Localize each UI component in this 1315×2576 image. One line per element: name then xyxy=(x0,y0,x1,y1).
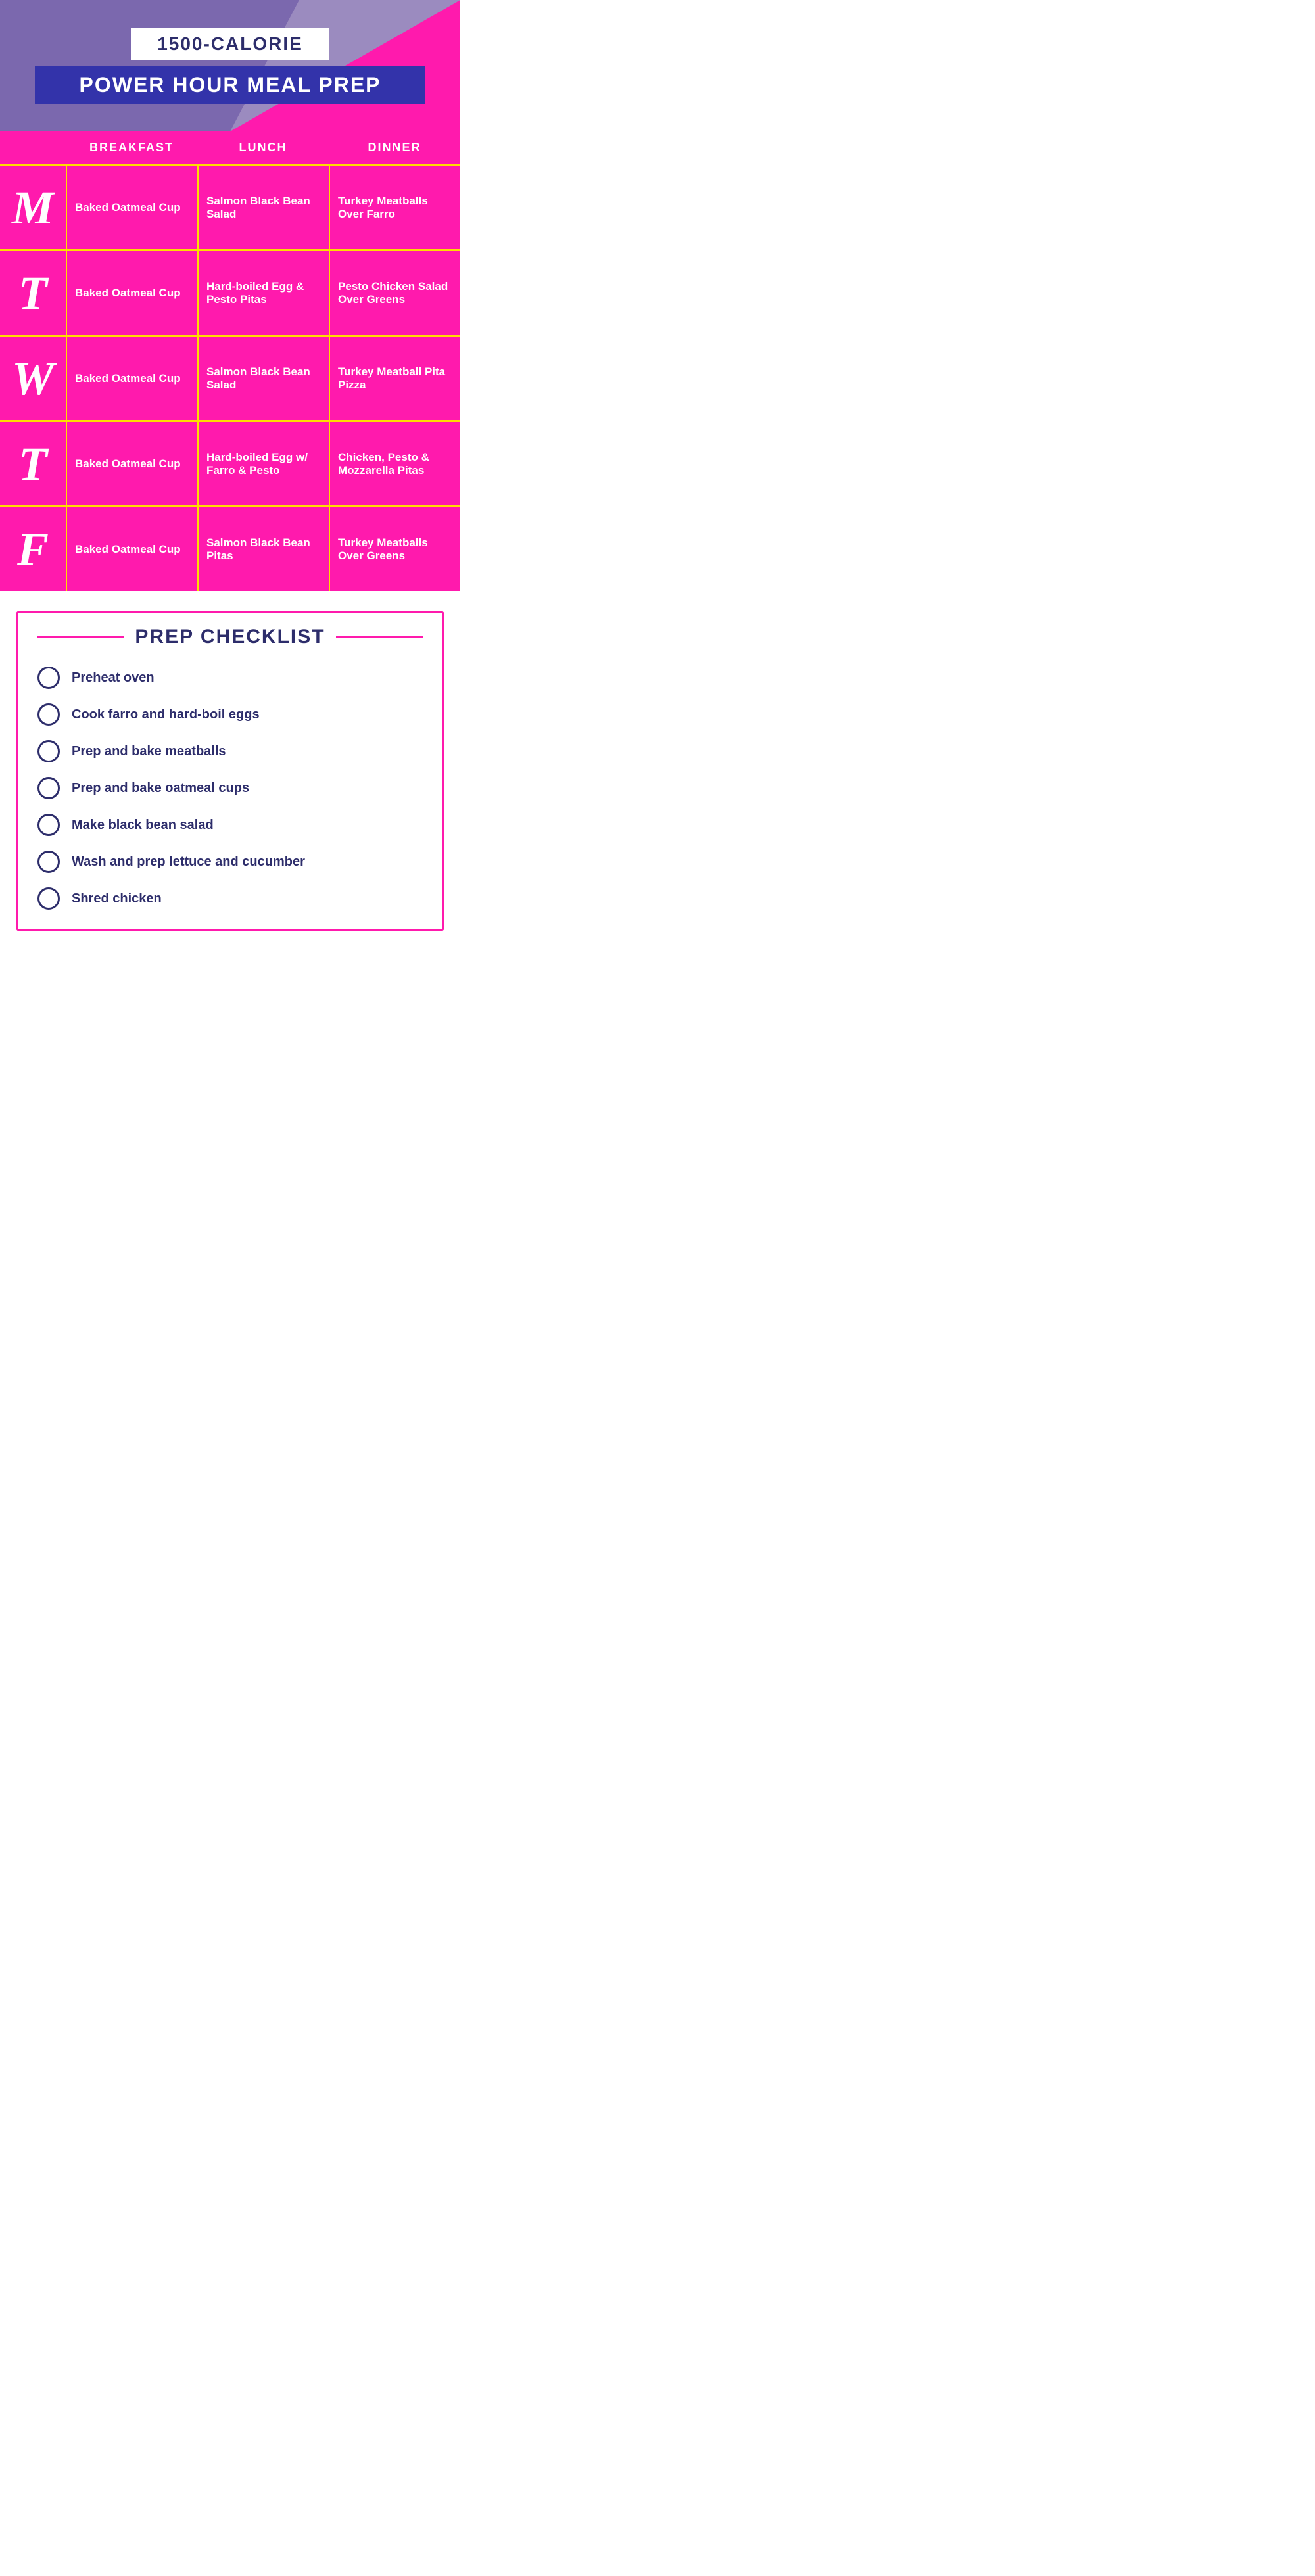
checklist-item-3: Prep and bake oatmeal cups xyxy=(37,777,423,799)
day-letter-t2: T xyxy=(18,440,47,488)
col-header-breakfast: BREAKFAST xyxy=(66,131,197,164)
day-cell-m: M xyxy=(0,166,66,249)
checklist-item-0: Preheat oven xyxy=(37,667,423,689)
lunch-thursday: Hard-boiled Egg w/ Farro & Pesto xyxy=(197,422,329,505)
checklist-label-5: Wash and prep lettuce and cucumber xyxy=(72,855,305,870)
title-badge: POWER HOUR MEAL PREP xyxy=(35,66,425,104)
checklist-title: PREP CHECKLIST xyxy=(135,626,325,648)
page-wrapper: 1500-CALORIE POWER HOUR MEAL PREP BREAKF… xyxy=(0,0,460,958)
checklist-item-4: Make black bean salad xyxy=(37,814,423,836)
dinner-monday: Turkey Meatballs Over Farro xyxy=(329,166,460,249)
checklist-circle-4[interactable] xyxy=(37,814,60,836)
meal-section: BREAKFAST LUNCH DINNER M Baked Oatmeal C… xyxy=(0,131,460,591)
lunch-wednesday: Salmon Black Bean Salad xyxy=(197,337,329,420)
day-cell-f: F xyxy=(0,507,66,591)
checklist-label-6: Shred chicken xyxy=(72,891,162,906)
checklist-label-4: Make black bean salad xyxy=(72,818,214,833)
checklist-item-6: Shred chicken xyxy=(37,887,423,910)
header-section: 1500-CALORIE POWER HOUR MEAL PREP xyxy=(0,0,460,131)
title-text: POWER HOUR MEAL PREP xyxy=(80,73,381,97)
checklist-title-row: PREP CHECKLIST xyxy=(37,626,423,648)
calorie-text: 1500-CALORIE xyxy=(157,34,303,54)
col-header-spacer xyxy=(0,131,66,164)
meal-row-wednesday: W Baked Oatmeal Cup Salmon Black Bean Sa… xyxy=(0,335,460,420)
dinner-thursday: Chicken, Pesto & Mozzarella Pitas xyxy=(329,422,460,505)
meal-row-friday: F Baked Oatmeal Cup Salmon Black Bean Pi… xyxy=(0,505,460,591)
day-letter-w: W xyxy=(12,355,54,402)
checklist-circle-2[interactable] xyxy=(37,740,60,762)
meal-row-tuesday: T Baked Oatmeal Cup Hard-boiled Egg & Pe… xyxy=(0,249,460,335)
checklist-items: Preheat oven Cook farro and hard-boil eg… xyxy=(37,667,423,910)
checklist-item-2: Prep and bake meatballs xyxy=(37,740,423,762)
day-cell-t2: T xyxy=(0,422,66,505)
checklist-line-right xyxy=(336,636,423,638)
checklist-section: PREP CHECKLIST Preheat oven Cook farro a… xyxy=(0,591,460,958)
checklist-label-1: Cook farro and hard-boil eggs xyxy=(72,707,260,722)
day-cell-t1: T xyxy=(0,251,66,335)
checklist-border: PREP CHECKLIST Preheat oven Cook farro a… xyxy=(16,611,444,931)
dinner-tuesday: Pesto Chicken Salad Over Greens xyxy=(329,251,460,335)
lunch-tuesday: Hard-boiled Egg & Pesto Pitas xyxy=(197,251,329,335)
checklist-circle-1[interactable] xyxy=(37,703,60,726)
breakfast-monday: Baked Oatmeal Cup xyxy=(66,166,197,249)
checklist-label-2: Prep and bake meatballs xyxy=(72,744,226,759)
breakfast-thursday: Baked Oatmeal Cup xyxy=(66,422,197,505)
dinner-wednesday: Turkey Meatball Pita Pizza xyxy=(329,337,460,420)
lunch-monday: Salmon Black Bean Salad xyxy=(197,166,329,249)
checklist-line-left xyxy=(37,636,124,638)
day-letter-m: M xyxy=(12,184,54,231)
header-content: 1500-CALORIE POWER HOUR MEAL PREP xyxy=(0,0,460,131)
column-headers: BREAKFAST LUNCH DINNER xyxy=(0,131,460,164)
breakfast-wednesday: Baked Oatmeal Cup xyxy=(66,337,197,420)
checklist-circle-3[interactable] xyxy=(37,777,60,799)
checklist-circle-5[interactable] xyxy=(37,851,60,873)
checklist-circle-0[interactable] xyxy=(37,667,60,689)
meal-row-thursday: T Baked Oatmeal Cup Hard-boiled Egg w/ F… xyxy=(0,420,460,505)
checklist-label-0: Preheat oven xyxy=(72,670,155,686)
day-letter-t1: T xyxy=(18,269,47,317)
dinner-friday: Turkey Meatballs Over Greens xyxy=(329,507,460,591)
day-letter-f: F xyxy=(17,526,49,573)
checklist-circle-6[interactable] xyxy=(37,887,60,910)
col-header-dinner: DINNER xyxy=(329,131,460,164)
calorie-badge: 1500-CALORIE xyxy=(131,28,329,60)
lunch-friday: Salmon Black Bean Pitas xyxy=(197,507,329,591)
breakfast-tuesday: Baked Oatmeal Cup xyxy=(66,251,197,335)
checklist-label-3: Prep and bake oatmeal cups xyxy=(72,781,249,796)
breakfast-friday: Baked Oatmeal Cup xyxy=(66,507,197,591)
col-header-lunch: LUNCH xyxy=(197,131,329,164)
meal-row-monday: M Baked Oatmeal Cup Salmon Black Bean Sa… xyxy=(0,164,460,249)
day-cell-w: W xyxy=(0,337,66,420)
meal-rows: M Baked Oatmeal Cup Salmon Black Bean Sa… xyxy=(0,164,460,591)
checklist-item-5: Wash and prep lettuce and cucumber xyxy=(37,851,423,873)
checklist-item-1: Cook farro and hard-boil eggs xyxy=(37,703,423,726)
